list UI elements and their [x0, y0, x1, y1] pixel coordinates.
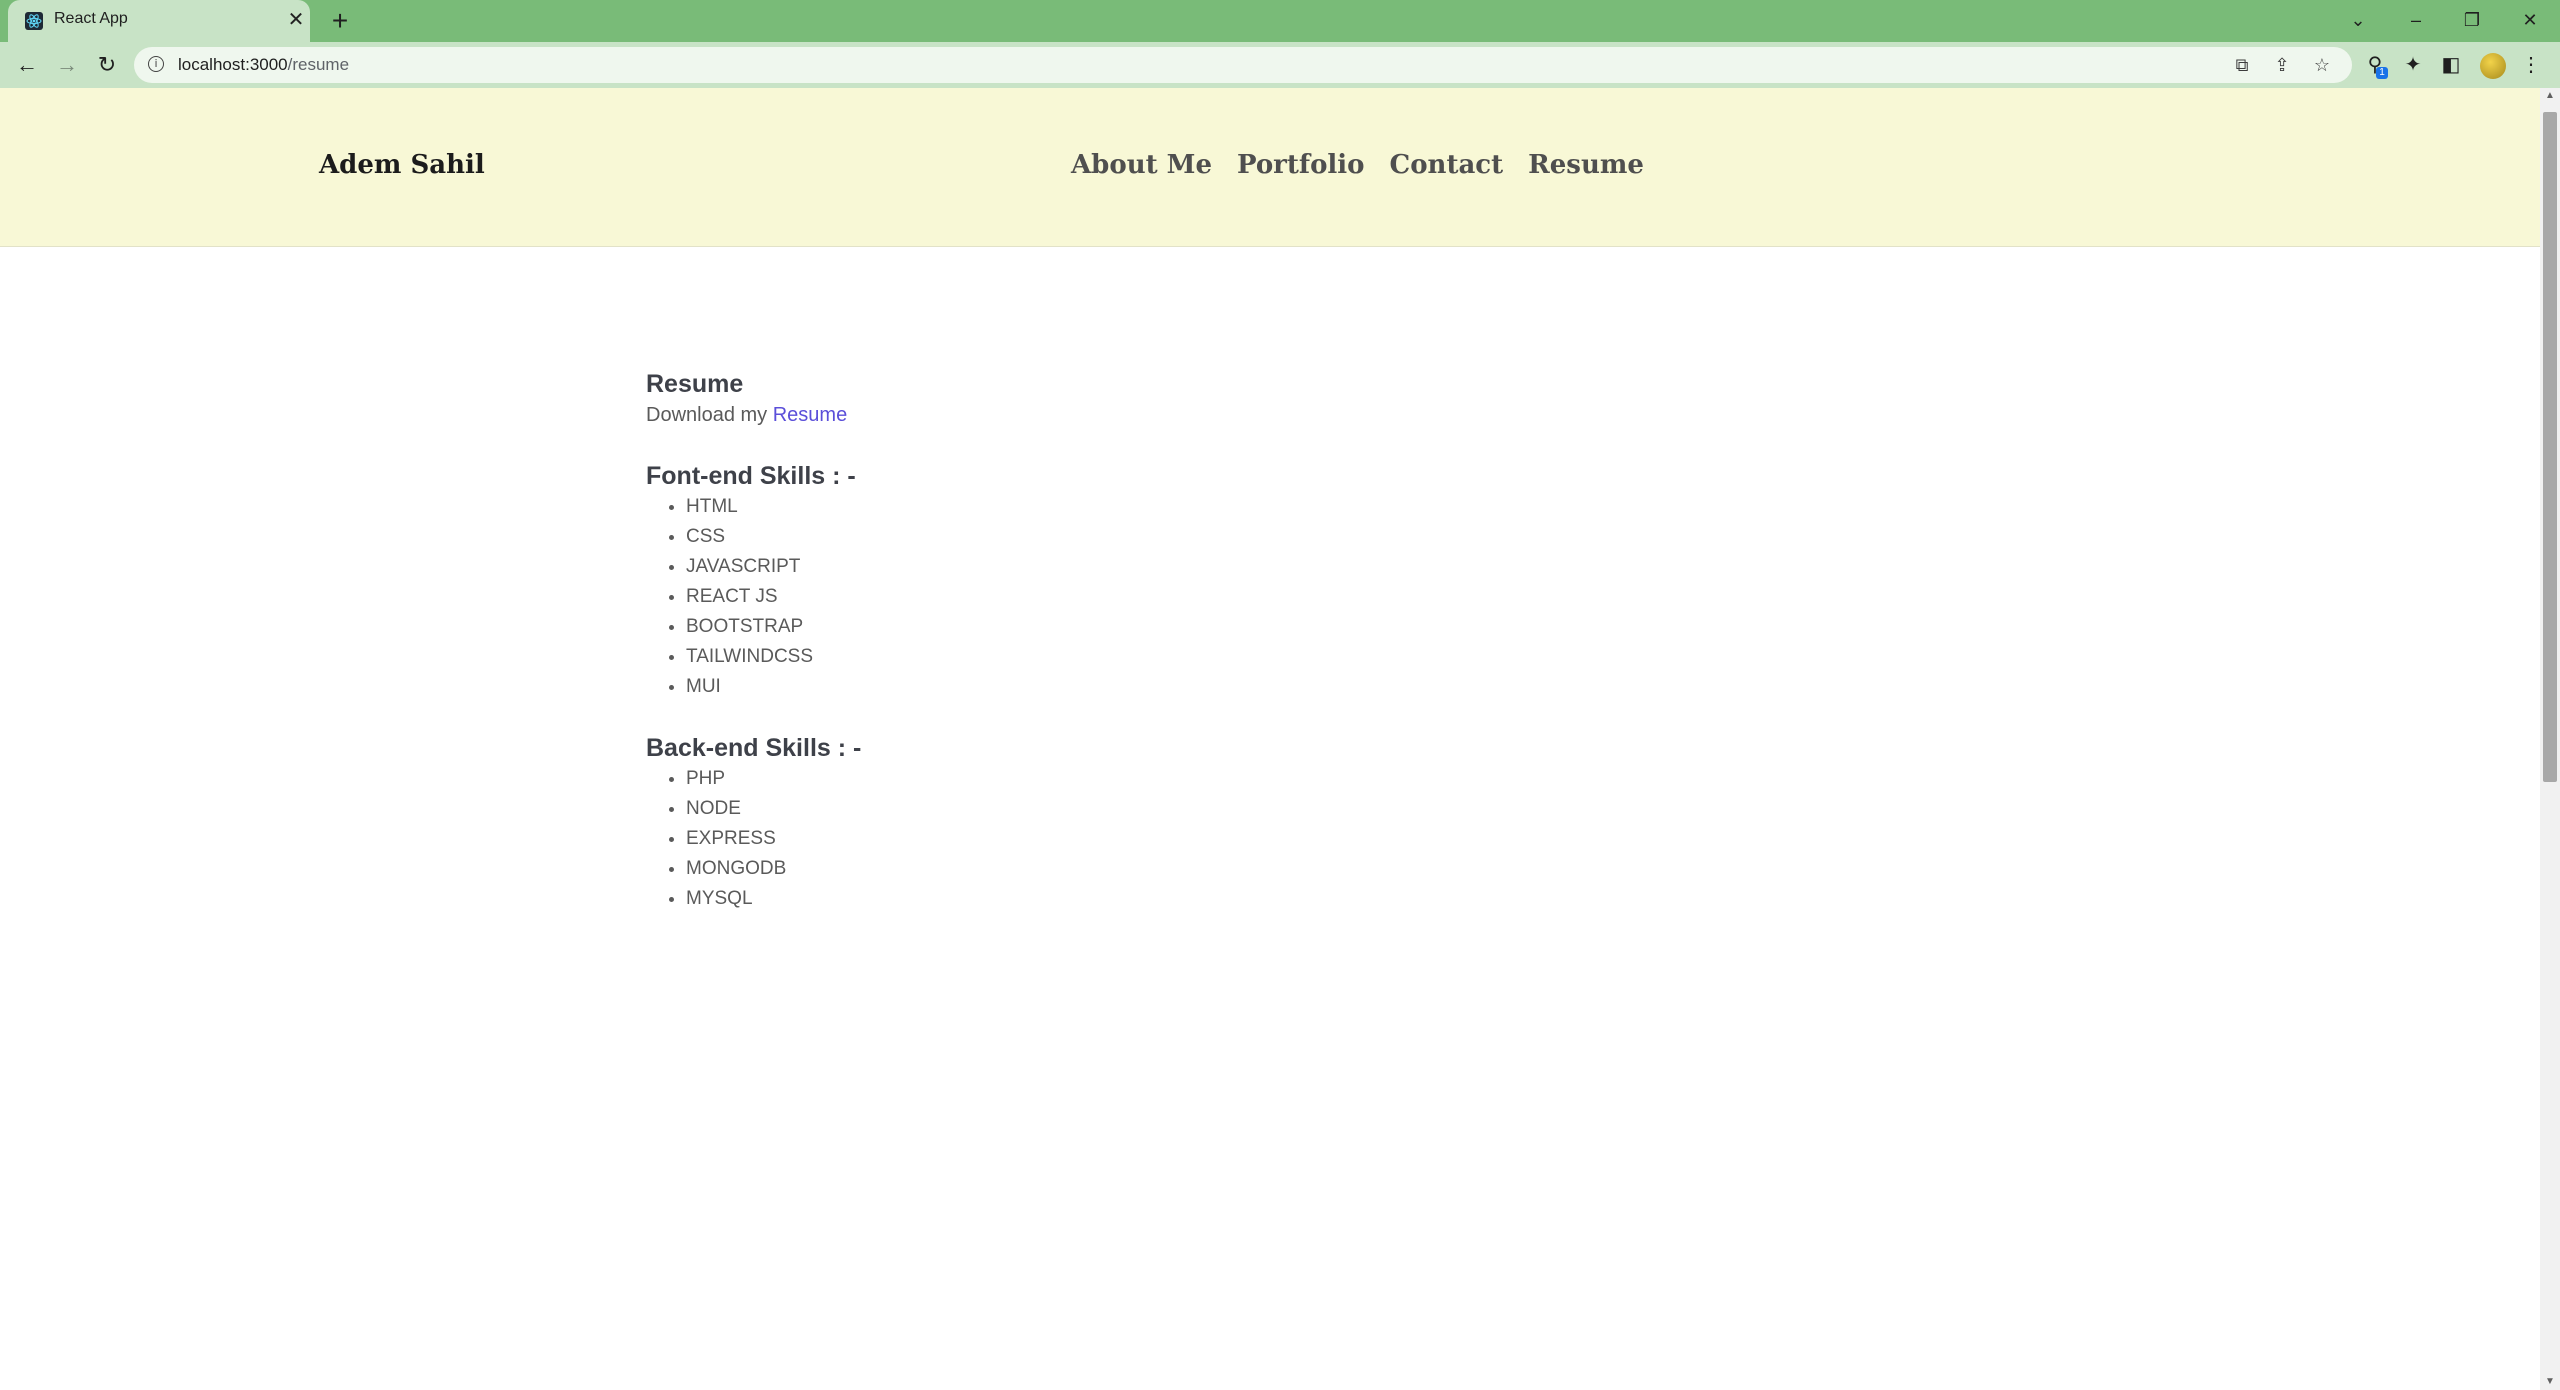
side-panel-icon[interactable]: ◧: [2436, 49, 2466, 81]
tab-strip: React App ✕ + ⌄ – ❐ ✕: [0, 0, 2560, 42]
frontend-skills-list: HTML CSS JAVASCRIPT REACT JS BOOTSTRAP T…: [646, 492, 1546, 702]
close-window-icon[interactable]: ✕: [2510, 4, 2550, 36]
url-path: /resume: [287, 55, 350, 74]
resume-section: Resume Download my Resume Font-end Skill…: [646, 368, 1546, 914]
list-item: BOOTSTRAP: [686, 612, 1546, 642]
page-viewport: Adem Sahil About Me Portfolio Contact Re…: [0, 88, 2560, 1390]
forward-icon[interactable]: →: [51, 49, 83, 81]
minimize-icon[interactable]: –: [2396, 4, 2436, 36]
tab-search-icon[interactable]: ⌄: [2338, 4, 2378, 36]
scroll-up-icon[interactable]: ▲: [2540, 88, 2560, 104]
list-item: EXPRESS: [686, 824, 1546, 854]
list-item: TAILWINDCSS: [686, 642, 1546, 672]
list-item: JAVASCRIPT: [686, 552, 1546, 582]
site-info-icon[interactable]: i: [148, 56, 164, 72]
share-icon[interactable]: ⇪: [2270, 53, 2294, 77]
download-line: Download my Resume: [646, 400, 1546, 430]
resume-download-link[interactable]: Resume: [773, 404, 847, 426]
nav-contact[interactable]: Contact: [1390, 150, 1504, 180]
resume-title: Resume: [646, 370, 744, 398]
close-tab-icon[interactable]: ✕: [284, 8, 308, 32]
scrollbar-thumb[interactable]: [2543, 112, 2557, 782]
restore-icon[interactable]: ❐: [2452, 4, 2492, 36]
tab-title: React App: [54, 10, 128, 27]
profile-avatar[interactable]: [2480, 53, 2506, 79]
url-text[interactable]: localhost:3000/resume: [178, 55, 349, 75]
extensions-puzzle-icon[interactable]: ✦: [2398, 49, 2428, 81]
nav-portfolio[interactable]: Portfolio: [1237, 150, 1365, 180]
reload-icon[interactable]: ↻: [91, 49, 123, 81]
vertical-scrollbar[interactable]: ▲ ▼: [2540, 88, 2560, 1390]
backend-skills-list: PHP NODE EXPRESS MONGODB MYSQL: [646, 764, 1546, 914]
menu-kebab-icon[interactable]: ⋮: [2516, 49, 2546, 81]
scroll-down-icon[interactable]: ▼: [2540, 1374, 2560, 1390]
site-header: Adem Sahil About Me Portfolio Contact Re…: [0, 88, 2540, 247]
list-item: MONGODB: [686, 854, 1546, 884]
browser-toolbar: ← → ↻ i localhost:3000/resume ⧉ ⇪ ☆ ⚲ 1 ✦…: [0, 42, 2560, 88]
open-in-new-icon[interactable]: ⧉: [2230, 53, 2254, 77]
list-item: HTML: [686, 492, 1546, 522]
nav-resume[interactable]: Resume: [1528, 150, 1644, 180]
list-item: MUI: [686, 672, 1546, 702]
frontend-skills-title: Font-end Skills : -: [646, 462, 856, 490]
extension-icon[interactable]: ⚲ 1: [2360, 49, 2390, 81]
list-item: PHP: [686, 764, 1546, 794]
bookmark-star-icon[interactable]: ☆: [2310, 53, 2334, 77]
extension-badge: 1: [2376, 67, 2388, 79]
list-item: REACT JS: [686, 582, 1546, 612]
new-tab-button[interactable]: +: [325, 6, 355, 36]
download-text: Download my: [646, 404, 773, 426]
list-item: CSS: [686, 522, 1546, 552]
browser-tab[interactable]: React App ✕: [8, 0, 310, 42]
nav-about-me[interactable]: About Me: [1071, 150, 1212, 180]
url-host: localhost:3000: [178, 55, 288, 74]
site-brand[interactable]: Adem Sahil: [319, 150, 485, 180]
address-bar[interactable]: i localhost:3000/resume ⧉ ⇪ ☆: [134, 47, 2352, 83]
site-nav: About Me Portfolio Contact Resume: [1071, 150, 1644, 180]
list-item: NODE: [686, 794, 1546, 824]
list-item: MYSQL: [686, 884, 1546, 914]
react-favicon-icon: [25, 12, 43, 30]
backend-skills-title: Back-end Skills : -: [646, 734, 862, 762]
back-icon[interactable]: ←: [11, 49, 43, 81]
